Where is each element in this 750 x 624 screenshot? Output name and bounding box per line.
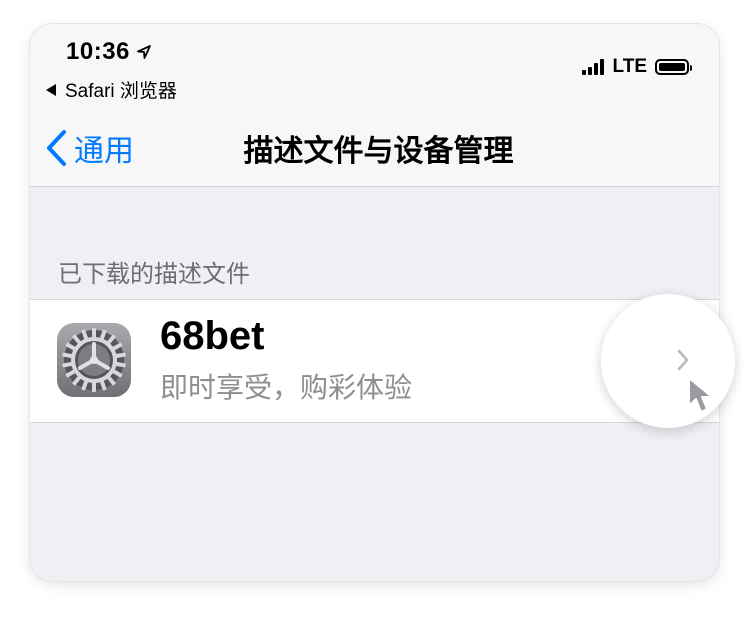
section-header: 已下载的描述文件 <box>58 260 250 288</box>
status-indicators: LTE <box>581 56 692 78</box>
network-type: LTE <box>612 56 647 77</box>
cursor-pointer-icon <box>688 377 713 413</box>
cellular-signal-icon <box>581 59 606 75</box>
back-to-app-link[interactable]: Safari 浏览器 <box>46 76 177 103</box>
status-time-text: 10:36 <box>66 38 130 65</box>
back-app-label: Safari 浏览器 <box>65 81 177 102</box>
phone-screen: 10:36 Safari 浏览器 LTE 通用 描述文件与设备管理 已下载的描述… <box>30 24 719 581</box>
page-title: 描述文件与设备管理 <box>243 134 514 169</box>
back-triangle-icon <box>46 83 56 96</box>
settings-gear-icon <box>57 323 131 397</box>
location-arrow-icon <box>136 45 151 59</box>
chevron-right-icon <box>677 349 689 371</box>
battery-icon <box>655 59 692 75</box>
navigation-bar: 10:36 Safari 浏览器 LTE 通用 描述文件与设备管理 <box>30 24 719 187</box>
profile-subtitle: 即时享受，购彩体验 <box>160 371 413 404</box>
profile-name: 68bet <box>160 314 265 358</box>
magnifier-callout <box>601 294 735 428</box>
status-time: 10:36 <box>66 38 152 66</box>
